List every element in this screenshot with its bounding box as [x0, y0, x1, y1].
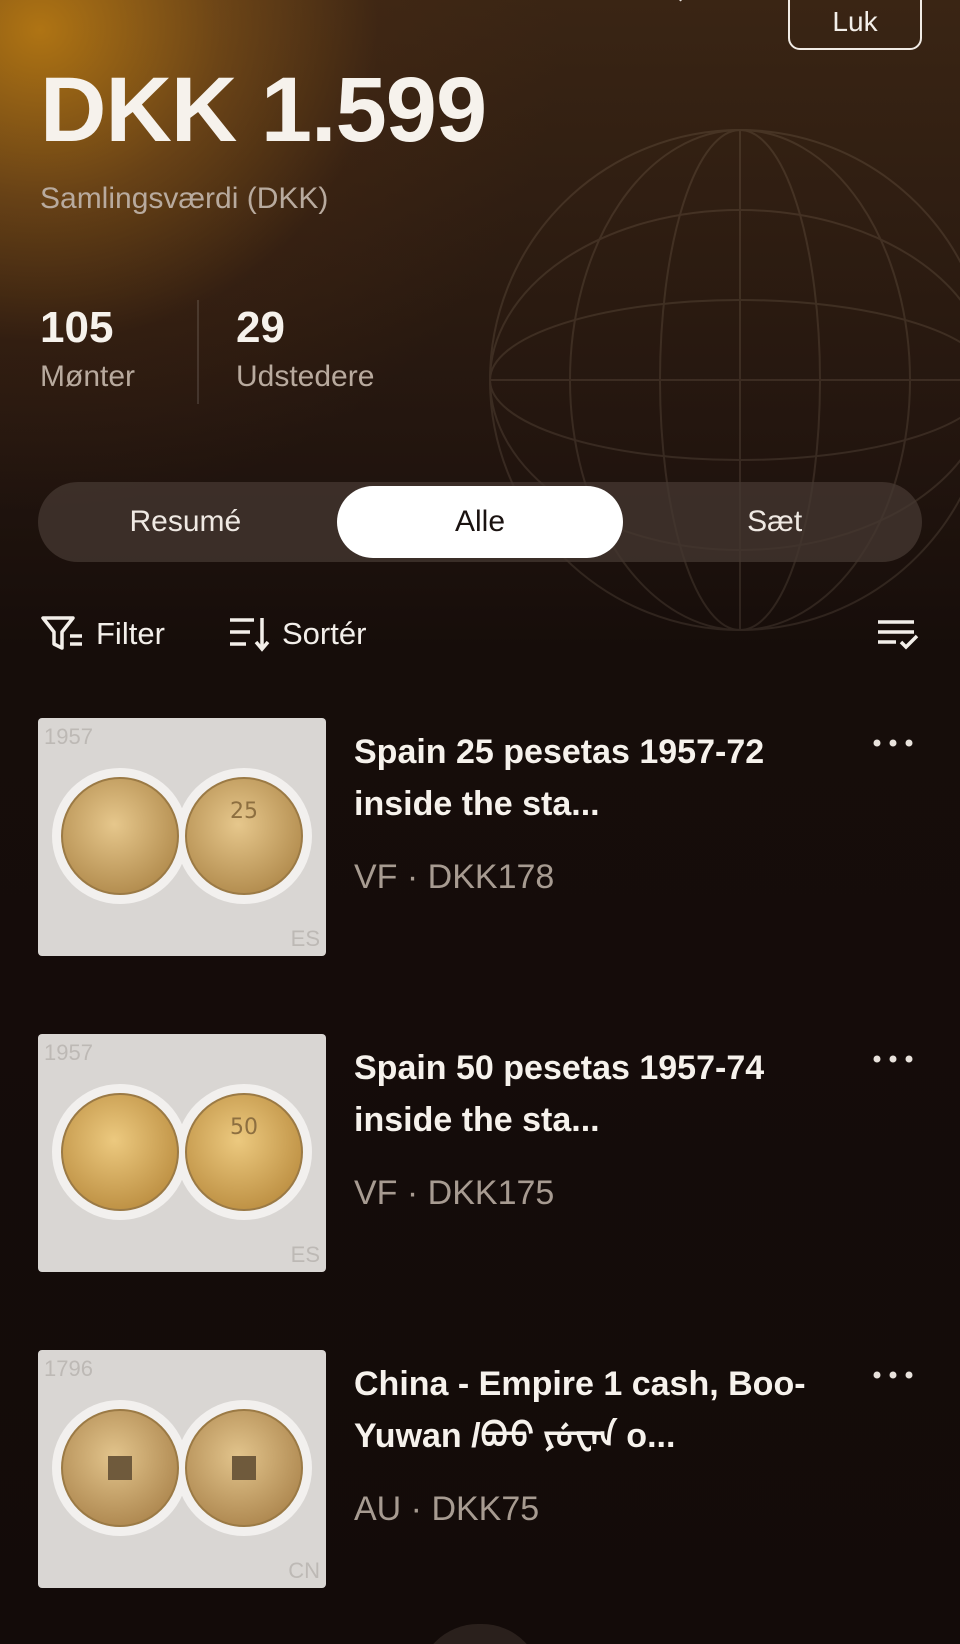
stat-coins-label: Mønter [40, 360, 136, 393]
coin-country-code: ES [290, 926, 320, 951]
sort-label: Sortér [282, 616, 367, 651]
coin-meta: VF · DKK178 [354, 858, 555, 896]
coin-title: Spain 25 pesetas 1957-72 inside the sta.… [354, 733, 765, 823]
tab-all[interactable]: Alle [336, 486, 624, 558]
list-item[interactable]: 25 1957 ES Spain 25 pesetas 1957-72 insi… [0, 718, 960, 958]
sort-button[interactable]: Sortér [226, 614, 366, 654]
coin-image: 25 [52, 768, 312, 904]
stat-coins: 105 Mønter [40, 302, 135, 394]
coin-title: China - Empire 1 cash, Boo-Yuwan /ᠪᠣᠣ ᠶᡠ… [354, 1365, 806, 1455]
list-toolbar: Filter Sortér [40, 614, 922, 664]
coin-thumbnail: 1796 CN [38, 1350, 326, 1588]
coin-image: 50 [52, 1084, 312, 1220]
close-button[interactable]: Luk [788, 0, 922, 50]
coin-thumbnail: 50 1957 ES [38, 1034, 326, 1272]
more-icon[interactable] [870, 1360, 916, 1390]
collection-value: DKK 1.599 [40, 59, 487, 161]
tab-summary[interactable]: Resumé [42, 486, 329, 558]
sort-icon [230, 618, 270, 652]
coin-country-code: ES [290, 1242, 320, 1267]
filter-label: Filter [96, 616, 165, 651]
stat-issuers: 29 Udstedere [236, 302, 374, 394]
collection-value-label: Samlingsværdi (DKK) [40, 182, 329, 215]
top-icons [678, 0, 682, 2]
select-button[interactable] [874, 614, 930, 654]
list-item[interactable]: 1796 CN China - Empire 1 cash, Boo-Yuwan… [0, 1350, 960, 1590]
stat-issuers-value: 29 [236, 303, 285, 352]
collection-screen: Luk DKK 1.599 Samlingsværdi (DKK) 105 Mø… [0, 0, 960, 1644]
filter-button[interactable]: Filter [40, 614, 165, 654]
coin-meta: AU · DKK75 [354, 1490, 540, 1528]
tab-sets[interactable]: Sæt [631, 486, 918, 558]
coin-thumbnail: 25 1957 ES [38, 718, 326, 956]
svg-text:50: 50 [230, 1115, 258, 1140]
more-icon[interactable] [870, 1044, 916, 1074]
stat-coins-value: 105 [40, 303, 114, 352]
coin-image [52, 1400, 312, 1536]
list-item[interactable]: 50 1957 ES Spain 50 pesetas 1957-74 insi… [0, 1034, 960, 1274]
filter-icon [41, 616, 82, 650]
coin-year: 1796 [44, 1356, 93, 1381]
more-icon[interactable] [870, 728, 916, 758]
coin-year: 1957 [44, 724, 93, 749]
coin-meta: VF · DKK175 [354, 1174, 555, 1212]
add-coin-button[interactable] [418, 1624, 542, 1644]
checklist-icon [878, 620, 919, 650]
coin-year: 1957 [44, 1040, 93, 1065]
coin-country-code: CN [288, 1558, 320, 1583]
coin-title: Spain 50 pesetas 1957-74 inside the sta.… [354, 1049, 765, 1139]
globe-decoration [489, 129, 960, 631]
stat-divider [197, 300, 199, 404]
svg-text:25: 25 [230, 799, 258, 824]
close-button-label: Luk [832, 6, 878, 37]
view-segmented-control: Resumé Alle Sæt [38, 482, 922, 562]
stat-issuers-label: Udstedere [236, 360, 375, 393]
